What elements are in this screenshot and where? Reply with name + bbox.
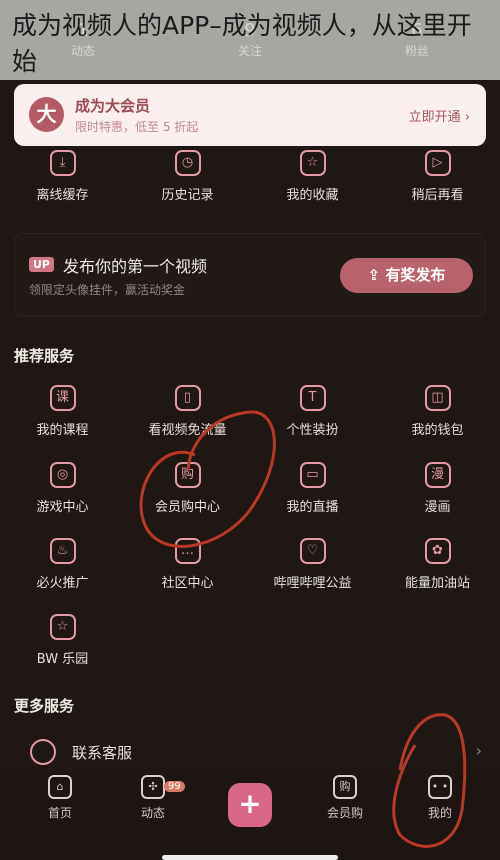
service-item-icon: ◫ [424, 385, 451, 411]
service-item-label: 能量加油站 [404, 576, 470, 591]
nav-tab-icon: 购 [333, 775, 357, 799]
up-badge: UP [29, 257, 54, 272]
service-item-label: 必火推广 [36, 576, 89, 591]
quick-item-label: 稍后再看 [411, 188, 464, 203]
section-more: 更多服务 [14, 697, 75, 715]
service-item-icon: ▭ [299, 462, 326, 488]
service-item-icon: ♨ [49, 538, 76, 564]
quick-item-label: 历史记录 [161, 188, 214, 203]
nav-tab-icon: ⌂ [48, 775, 72, 799]
service-item[interactable]: ✿ 能量加油站 [375, 538, 500, 591]
service-item[interactable]: T 个性装扮 [250, 385, 375, 438]
service-item-icon: ✿ [424, 538, 451, 564]
service-item[interactable]: ♡ 哔哩哔哩公益 [250, 538, 375, 591]
headset-icon [30, 739, 56, 765]
notification-badge: 99 [164, 781, 185, 792]
nav-tab-icon: • • [428, 775, 452, 799]
service-item-label: BW 乐园 [36, 652, 89, 667]
service-item[interactable]: 课我的课程 [0, 385, 125, 438]
nav-tab-label: 我的 [427, 806, 452, 820]
service-item[interactable]: ▯ 看视频免流量 [125, 385, 250, 438]
quick-item-icon: ◷ [174, 150, 201, 176]
service-item[interactable]: 漫漫画 [375, 462, 500, 515]
nav-tab-label: 动态 [140, 806, 165, 820]
quick-item[interactable]: ◷ 历史记录 [125, 150, 250, 203]
create-button[interactable]: + [228, 783, 272, 827]
nav-tab[interactable]: • • 我的 [390, 775, 490, 821]
service-item-label: 游戏中心 [36, 500, 89, 515]
nav-tab-label: 首页 [47, 806, 72, 820]
nav-tab[interactable]: ✣ 动态 [103, 775, 203, 821]
vip-banner[interactable]: 大 成为大会员 限时特惠，低至 5 折起 立即开通 › [14, 84, 486, 146]
service-item-label: 会员购中心 [154, 500, 220, 515]
contact-service-row[interactable]: 联系客服 › [0, 735, 500, 771]
service-item-label: 社区中心 [161, 576, 214, 591]
publish-button[interactable]: ⇪ 有奖发布 [340, 258, 473, 293]
vip-title: 成为大会员 [75, 97, 151, 115]
service-item-icon: ◎ [49, 462, 76, 488]
service-item-label: 哔哩哔哩公益 [273, 576, 352, 591]
nav-tab[interactable]: 购会员购 [295, 775, 395, 821]
service-item[interactable]: … 社区中心 [125, 538, 250, 591]
service-item-label: 我的课程 [36, 423, 89, 438]
chevron-right-icon: › [475, 741, 482, 760]
nav-tab-icon: ✣ [141, 775, 165, 799]
upload-title: 发布你的第一个视频 [63, 257, 208, 276]
service-item-icon: ▯ [174, 385, 201, 411]
nav-tab-label: 会员购 [326, 806, 363, 820]
quick-item-icon: ☆ [299, 150, 326, 176]
service-item-icon: … [174, 538, 201, 564]
quick-item-label: 我的收藏 [286, 188, 339, 203]
section-recommended: 推荐服务 [14, 347, 75, 365]
service-item[interactable]: 购会员购中心 [125, 462, 250, 515]
quick-item-icon: ⤓ [49, 150, 76, 176]
upload-card: UP 发布你的第一个视频 领限定头像挂件，赢活动奖金 ⇪ 有奖发布 [14, 233, 486, 317]
nav-tab[interactable]: ⌂ 首页 [10, 775, 110, 821]
service-item-icon: 购 [174, 462, 201, 488]
service-item[interactable]: ☆ BW 乐园 [0, 614, 125, 667]
quick-item[interactable]: ☆ 我的收藏 [250, 150, 375, 203]
service-item-icon: ☆ [49, 614, 76, 640]
service-item-label: 漫画 [424, 500, 451, 515]
service-item-label: 个性装扮 [286, 423, 339, 438]
contact-label: 联系客服 [72, 744, 133, 762]
service-item-icon: T [299, 385, 326, 411]
quick-item[interactable]: ▷ 稍后再看 [375, 150, 500, 203]
service-item-icon: 漫 [424, 462, 451, 488]
service-item-label: 看视频免流量 [148, 423, 227, 438]
quick-item-icon: ▷ [424, 150, 451, 176]
vip-subtitle: 限时特惠，低至 5 折起 [75, 120, 199, 134]
upload-subtitle: 领限定头像挂件，赢活动奖金 [29, 283, 186, 297]
overlay-title: 成为视频人的APP–成为视频人，从这里开始 [12, 11, 472, 76]
vip-logo-icon: 大 [29, 97, 64, 132]
service-item-icon: ♡ [299, 538, 326, 564]
service-item[interactable]: ◫ 我的钱包 [375, 385, 500, 438]
service-item[interactable]: ♨ 必火推广 [0, 538, 125, 591]
vip-open-link[interactable]: 立即开通 › [409, 106, 470, 125]
service-item[interactable]: ▭ 我的直播 [250, 462, 375, 515]
service-item-label: 我的直播 [286, 500, 339, 515]
service-item-icon: 课 [49, 385, 76, 411]
service-item[interactable]: ◎ 游戏中心 [0, 462, 125, 515]
quick-item[interactable]: ⤓ 离线缓存 [0, 150, 125, 203]
quick-item-label: 离线缓存 [36, 188, 89, 203]
service-item-label: 我的钱包 [411, 423, 464, 438]
